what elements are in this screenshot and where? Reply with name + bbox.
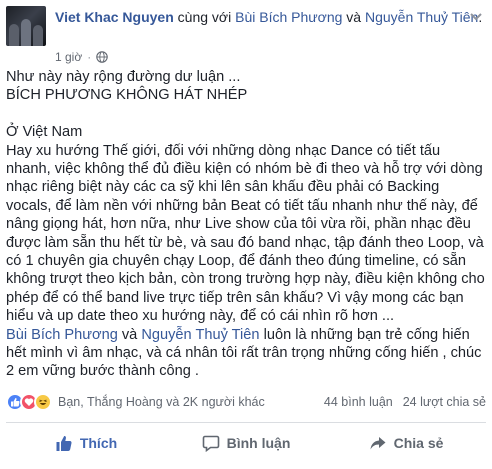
body-paragraph: Hay xu hướng Thế giới, đối với những dòn… (6, 142, 485, 325)
reactors-text[interactable]: Bạn, Thắng Hoàng và 2K người khác (58, 395, 265, 409)
thumbs-up-icon (56, 436, 72, 451)
shares-count[interactable]: 24 lượt chia sẻ (403, 395, 486, 409)
body-line-3: Ở Việt Nam (6, 124, 83, 141)
like-button[interactable]: Thích (6, 426, 166, 460)
mention-2[interactable]: Nguyễn Thuỷ Tiên (141, 327, 259, 343)
globe-icon[interactable] (96, 51, 108, 63)
comment-icon (202, 435, 219, 452)
tagged-user-1[interactable]: Bùi Bích Phương (235, 9, 342, 25)
haha-reaction-icon (34, 393, 52, 411)
author-name[interactable]: Viet Khac Nguyen (55, 9, 174, 25)
body-closing: Bùi Bích Phương và Nguyễn Thuỷ Tiên luôn… (6, 326, 486, 381)
comments-count[interactable]: 44 bình luận (324, 395, 393, 409)
tagged-user-2[interactable]: Nguyễn Thuỷ Tiên (365, 9, 478, 25)
mention-1[interactable]: Bùi Bích Phương (6, 327, 118, 343)
post-headline: Viet Khac Nguyen cùng với Bùi Bích Phươn… (55, 8, 485, 27)
post-meta: 1 giờ · (55, 50, 108, 64)
body-line-2: BÍCH PHƯƠNG KHÔNG HÁT NHÉP (6, 87, 248, 104)
like-label: Thích (79, 435, 118, 451)
body-line-1: Như này này rộng đường dư luận ... (6, 69, 241, 85)
chevron-down-icon[interactable] (468, 10, 484, 24)
post-time[interactable]: 1 giờ (55, 50, 82, 64)
post-actions: Thích Bình luận Chia sẻ (6, 426, 486, 460)
facebook-post: Viet Khac Nguyen cùng với Bùi Bích Phươn… (0, 0, 492, 469)
post-header: Viet Khac Nguyen cùng với Bùi Bích Phươn… (0, 0, 492, 64)
meta-separator: · (87, 50, 92, 64)
closing-and: và (117, 326, 142, 343)
reaction-icons[interactable] (6, 393, 52, 411)
share-label: Chia sẻ (393, 435, 444, 451)
post-body: Như này này rộng đường dư luận ... BÍCH … (6, 68, 486, 381)
and-text: và (346, 9, 362, 25)
with-text: cùng với (177, 9, 232, 25)
comment-label: Bình luận (226, 435, 291, 451)
comment-button[interactable]: Bình luận (166, 426, 326, 460)
reaction-stats: Bạn, Thắng Hoàng và 2K người khác 44 bìn… (6, 390, 486, 414)
actions-divider (6, 422, 486, 423)
author-avatar[interactable] (6, 6, 46, 46)
share-icon (370, 437, 386, 450)
share-button[interactable]: Chia sẻ (326, 426, 486, 460)
